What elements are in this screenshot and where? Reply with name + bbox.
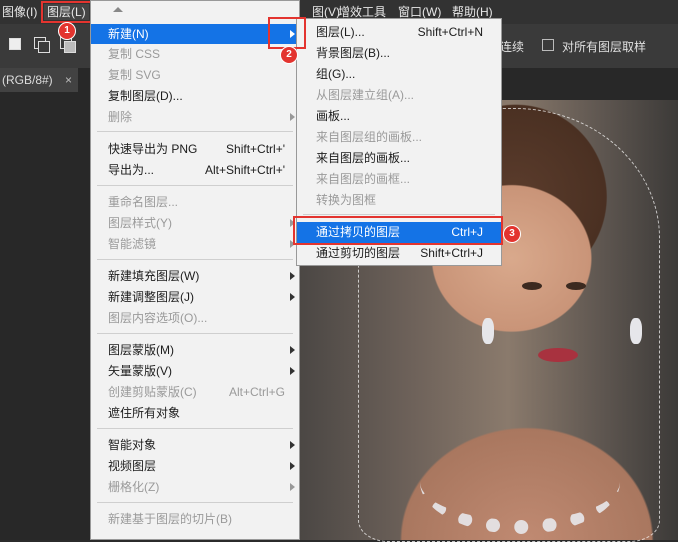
submenu-item-artboard[interactable]: 画板...	[297, 106, 501, 127]
menu-separator	[97, 185, 293, 186]
submenu-item-artboard-from-group[interactable]: 来自图层组的画板...	[297, 127, 501, 148]
menu-item-label: 图层(L)...	[316, 25, 365, 39]
menu-item-label: 转换为图框	[316, 193, 377, 207]
menu-item-shortcut: Alt+Ctrl+G	[228, 385, 285, 399]
submenu-item-group-from-layers[interactable]: 从图层建立组(A)...	[297, 85, 501, 106]
menu-item-label: 矢量蒙版(V)	[108, 364, 172, 378]
sample-all-layers-label: 对所有图层取样	[562, 40, 647, 54]
menu-item-label: 图层样式(Y)	[108, 216, 172, 230]
menu-item-label: 智能滤镜	[108, 237, 157, 251]
submenu-arrow-icon	[290, 113, 295, 121]
menu-item-rename-layer[interactable]: 重命名图层...	[91, 192, 299, 212]
submenu-item-artboard-from-layers[interactable]: 来自图层的画板...	[297, 148, 501, 169]
menu-item-layer-mask[interactable]: 图层蒙版(M)	[91, 340, 299, 360]
menu-item-shortcut: Shift+Ctrl+J	[420, 246, 483, 260]
submenu-arrow-icon	[290, 462, 295, 470]
step-badge-2: 2	[280, 46, 298, 64]
menu-item-delete[interactable]: 删除	[91, 107, 299, 127]
submenu-item-background-layer[interactable]: 背景图层(B)...	[297, 43, 501, 64]
menu-item-shortcut: Alt+Shift+Ctrl+'	[205, 163, 285, 177]
menu-item-label: 图层蒙版(M)	[108, 343, 174, 357]
menu-item-layer-style[interactable]: 图层样式(Y)	[91, 213, 299, 233]
submenu-arrow-icon	[290, 483, 295, 491]
menu-item-smart-filter[interactable]: 智能滤镜	[91, 234, 299, 254]
menu-item-label: 新建填充图层(W)	[108, 269, 200, 283]
scroll-up-icon[interactable]	[113, 7, 123, 12]
menu-item-label: 组(G)...	[316, 67, 356, 81]
submenu-item-frame-from-layers[interactable]: 来自图层的画框...	[297, 169, 501, 190]
submenu-arrow-icon	[290, 367, 295, 375]
menu-separator	[303, 214, 495, 215]
menu-item-export-as[interactable]: 导出为... Alt+Shift+Ctrl+'	[91, 160, 299, 180]
menu-item-new-adjustment-layer[interactable]: 新建调整图层(J)	[91, 287, 299, 307]
close-icon[interactable]: ×	[65, 68, 72, 92]
menu-item-label: 新建基于图层的切片(B)	[108, 512, 232, 526]
step-badge-1: 1	[58, 22, 76, 40]
menu-item-shortcut: Shift+Ctrl+N	[417, 25, 483, 39]
contiguous-label: 连续	[500, 40, 525, 54]
document-tab-title: (RGB/8#)	[2, 73, 53, 87]
menu-separator	[97, 333, 293, 334]
menu-item-label: 快速导出为 PNG	[108, 142, 198, 156]
menu-item-label: 新建调整图层(J)	[108, 290, 194, 304]
menu-item-shortcut: Shift+Ctrl+'	[226, 142, 285, 156]
menu-item-label: 背景图层(B)...	[316, 46, 390, 60]
menu-item-label: 创建剪贴蒙版(C)	[108, 385, 197, 399]
menu-item-label: 遮住所有对象	[108, 406, 181, 420]
menu-layer[interactable]: 图层(L)	[41, 1, 92, 23]
submenu-item-convert-to-frame[interactable]: 转换为图框	[297, 190, 501, 211]
menu-item-label: 通过剪切的图层	[316, 246, 401, 260]
menu-item-label: 智能对象	[108, 438, 157, 452]
document-tab[interactable]: (RGB/8#) ×	[0, 68, 78, 92]
menu-item-duplicate-layer[interactable]: 复制图层(D)...	[91, 86, 299, 106]
menu-item-label: 来自图层的画板...	[316, 151, 411, 165]
menu-item-label: 视频图层	[108, 459, 157, 473]
menu-item-vector-mask[interactable]: 矢量蒙版(V)	[91, 361, 299, 381]
menu-item-label: 来自图层的画框...	[316, 172, 411, 186]
highlight-box-layer-via-copy	[293, 216, 503, 245]
submenu-arrow-icon	[290, 272, 295, 280]
menu-item-new-layer-based-slice[interactable]: 新建基于图层的切片(B)	[91, 509, 299, 529]
menu-separator	[97, 131, 293, 132]
layer-menu: 新建(N) 复制 CSS 复制 SVG 复制图层(D)... 删除 快速导出为 …	[90, 0, 300, 540]
menu-item-quick-export-png[interactable]: 快速导出为 PNG Shift+Ctrl+'	[91, 139, 299, 159]
menu-item-label: 重命名图层...	[108, 195, 179, 209]
menu-separator	[97, 259, 293, 260]
step-badge-3: 3	[503, 225, 521, 243]
add-selection-icon[interactable]	[34, 37, 50, 53]
submenu-arrow-icon	[290, 441, 295, 449]
submenu-item-layer[interactable]: 图层(L)... Shift+Ctrl+N	[297, 22, 501, 43]
menu-item-label: 复制 CSS	[108, 47, 161, 61]
menu-image[interactable]: 图像(I)	[2, 4, 37, 20]
menu-item-label: 图层内容选项(O)...	[108, 311, 208, 325]
menu-separator	[97, 502, 293, 503]
menu-item-label: 复制图层(D)...	[108, 89, 183, 103]
submenu-arrow-icon	[290, 346, 295, 354]
menu-item-label: 复制 SVG	[108, 68, 161, 82]
menu-item-mask-all-objects[interactable]: 遮住所有对象	[91, 403, 299, 423]
menu-item-label: 删除	[108, 110, 133, 124]
menu-item-label: 栅格化(Z)	[108, 480, 160, 494]
submenu-item-layer-via-cut[interactable]: 通过剪切的图层 Shift+Ctrl+J	[297, 243, 501, 264]
menu-item-copy-svg[interactable]: 复制 SVG	[91, 65, 299, 85]
menu-item-smart-object[interactable]: 智能对象	[91, 435, 299, 455]
menu-separator	[97, 428, 293, 429]
highlight-box-new-arrow	[268, 17, 306, 49]
submenu-arrow-icon	[290, 293, 295, 301]
menu-item-label: 新建(N)	[108, 27, 149, 41]
new-selection-icon[interactable]	[8, 37, 24, 53]
menu-item-video-layer[interactable]: 视频图层	[91, 456, 299, 476]
submenu-item-group[interactable]: 组(G)...	[297, 64, 501, 85]
menu-item-create-clipping-mask[interactable]: 创建剪贴蒙版(C) Alt+Ctrl+G	[91, 382, 299, 402]
menu-item-new-fill-layer[interactable]: 新建填充图层(W)	[91, 266, 299, 286]
menu-item-label: 画板...	[316, 109, 351, 123]
menu-item-layer-content-options[interactable]: 图层内容选项(O)...	[91, 308, 299, 328]
menu-item-label: 导出为...	[108, 163, 155, 177]
menu-item-label: 来自图层组的画板...	[316, 130, 423, 144]
menu-item-rasterize[interactable]: 栅格化(Z)	[91, 477, 299, 497]
menu-item-label: 从图层建立组(A)...	[316, 88, 414, 102]
sample-all-layers-checkbox[interactable]	[542, 39, 554, 51]
